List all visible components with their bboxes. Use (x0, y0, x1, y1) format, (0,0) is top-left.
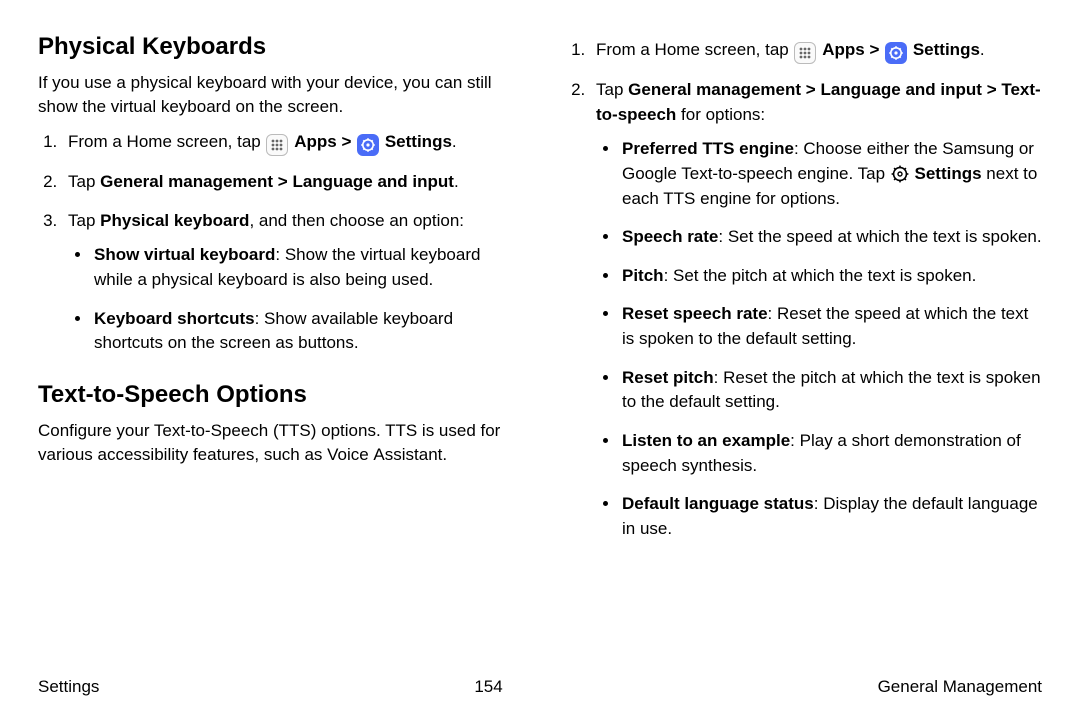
chevron-icon: > (987, 80, 997, 99)
intro-physical-keyboards: If you use a physical keyboard with your… (38, 71, 514, 120)
option-default-language-status: Default language status: Display the def… (620, 492, 1042, 541)
text: , and then choose an option: (249, 211, 464, 230)
options-list: Preferred TTS engine: Choose either the … (596, 137, 1042, 541)
apps-icon (794, 42, 816, 64)
option-reset-pitch: Reset pitch: Reset the pitch at which th… (620, 366, 1042, 415)
text: . (980, 40, 985, 59)
settings-label: Settings (915, 164, 982, 183)
option-title: Reset speech rate (622, 304, 768, 323)
left-column: Physical Keyboards If you use a physical… (38, 28, 514, 666)
step-3: Tap Physical keyboard, and then choose a… (62, 209, 514, 356)
text: From a Home screen, tap (596, 40, 793, 59)
footer-page-number: 154 (474, 675, 502, 700)
text: Tap (68, 172, 100, 191)
apps-icon (266, 134, 288, 156)
steps-physical-keyboards: From a Home screen, tap Apps > Settings.… (38, 130, 514, 356)
option-title: Speech rate (622, 227, 718, 246)
option-keyboard-shortcuts: Keyboard shortcuts: Show available keybo… (92, 307, 514, 356)
heading-tts-options: Text-to-Speech Options (38, 378, 514, 413)
step-1: From a Home screen, tap Apps > Settings. (590, 38, 1042, 64)
text: From a Home screen, tap (68, 132, 265, 151)
path-part: General management (628, 80, 801, 99)
chevron-icon: > (278, 172, 288, 191)
path-part: Language and input (292, 172, 454, 191)
settings-label: Settings (913, 40, 980, 59)
settings-label: Settings (385, 132, 452, 151)
option-title: Show virtual keyboard (94, 245, 275, 264)
option-title: Reset pitch (622, 368, 714, 387)
option-title: Preferred TTS engine (622, 139, 794, 158)
chevron-icon: > (806, 80, 816, 99)
option-title: Keyboard shortcuts (94, 309, 255, 328)
path-part: General management (100, 172, 273, 191)
page-columns: Physical Keyboards If you use a physical… (38, 28, 1042, 666)
option-show-virtual-keyboard: Show virtual keyboard: Show the virtual … (92, 243, 514, 292)
page-footer: Settings 154 General Management (38, 675, 1042, 700)
intro-tts: Configure your Text-to-Speech (TTS) opti… (38, 419, 514, 468)
text: Tap (68, 211, 100, 230)
footer-right: General Management (878, 675, 1042, 700)
right-column: From a Home screen, tap Apps > Settings.… (566, 28, 1042, 666)
text: . (452, 132, 457, 151)
option-pitch: Pitch: Set the pitch at which the text i… (620, 264, 1042, 289)
heading-physical-keyboards: Physical Keyboards (38, 30, 514, 65)
option-title: Default language status (622, 494, 814, 513)
option-desc: : Set the speed at which the text is spo… (718, 227, 1041, 246)
step-2: Tap General management > Language and in… (590, 78, 1042, 542)
footer-left: Settings (38, 675, 99, 700)
option-title: Pitch (622, 266, 664, 285)
steps-tts: From a Home screen, tap Apps > Settings.… (566, 38, 1042, 542)
option-desc: : Set the pitch at which the text is spo… (664, 266, 977, 285)
settings-icon (885, 42, 907, 64)
step-2: Tap General management > Language and in… (62, 170, 514, 195)
apps-label: Apps (822, 40, 865, 59)
path-part: Physical keyboard (100, 211, 249, 230)
chevron-icon: > (869, 40, 879, 59)
text: Tap (596, 80, 628, 99)
options-list: Show virtual keyboard: Show the virtual … (68, 243, 514, 356)
option-title: Listen to an example (622, 431, 790, 450)
chevron-icon: > (341, 132, 351, 151)
path-part: Language and input (820, 80, 982, 99)
option-listen-example: Listen to an example: Play a short demon… (620, 429, 1042, 478)
settings-icon (357, 134, 379, 156)
text: for options: (676, 105, 765, 124)
text: . (454, 172, 459, 191)
option-speech-rate: Speech rate: Set the speed at which the … (620, 225, 1042, 250)
option-reset-speech-rate: Reset speech rate: Reset the speed at wh… (620, 302, 1042, 351)
step-1: From a Home screen, tap Apps > Settings. (62, 130, 514, 156)
apps-label: Apps (294, 132, 337, 151)
gear-icon (890, 164, 910, 184)
option-preferred-tts-engine: Preferred TTS engine: Choose either the … (620, 137, 1042, 211)
